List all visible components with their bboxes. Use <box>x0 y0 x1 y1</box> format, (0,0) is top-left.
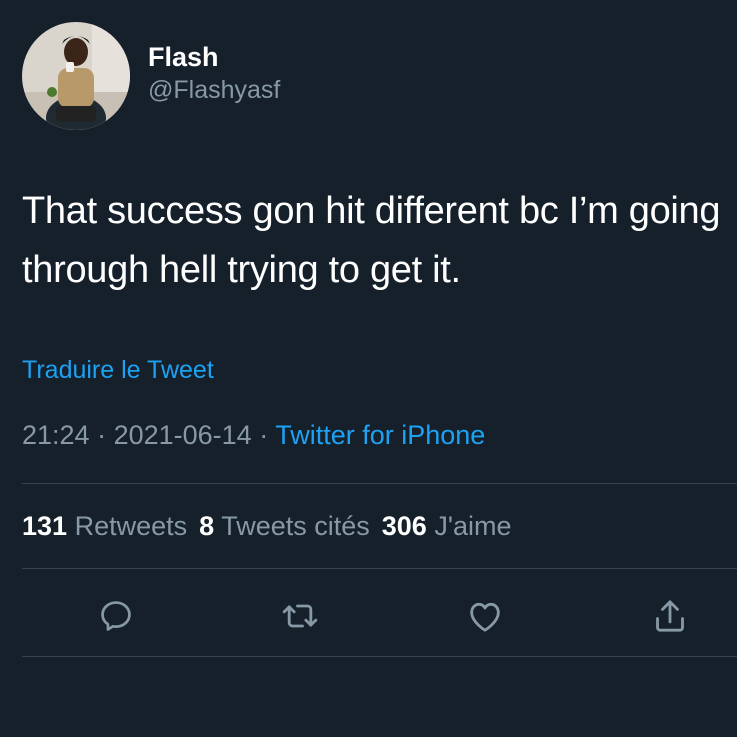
heart-icon <box>470 602 500 632</box>
retweet-icon <box>282 604 318 628</box>
retweets-count: 131 <box>22 511 68 541</box>
share-icon <box>656 600 684 632</box>
reply-button[interactable] <box>96 596 136 636</box>
avatar-image <box>22 22 130 130</box>
retweet-button[interactable] <box>280 596 320 636</box>
like-button[interactable] <box>465 596 505 636</box>
tweet-stats: 131 Retweets 8 Tweets cités 306 J'aime <box>22 509 512 543</box>
divider <box>22 656 737 657</box>
divider <box>22 483 737 484</box>
likes-label: J'aime <box>434 511 512 541</box>
tweet-detail-page: Flash @Flashyasf That success gon hit di… <box>0 0 737 737</box>
meta-separator: · <box>251 420 276 450</box>
display-name[interactable]: Flash <box>148 40 280 74</box>
user-names: Flash @Flashyasf <box>148 40 280 106</box>
user-handle[interactable]: @Flashyasf <box>148 74 280 106</box>
quotes-stat[interactable]: 8 Tweets cités <box>199 511 370 541</box>
likes-count: 306 <box>381 511 427 541</box>
tweet-actions-bar <box>0 596 737 636</box>
tweet-date: 2021-06-14 <box>113 420 252 450</box>
avatar[interactable] <box>22 22 130 130</box>
share-button[interactable] <box>650 596 690 636</box>
tweet-time: 21:24 <box>22 420 90 450</box>
meta-separator: · <box>89 420 114 450</box>
translate-tweet-link[interactable]: Traduire le Tweet <box>22 354 214 386</box>
tweet-header: Flash @Flashyasf <box>22 22 280 130</box>
tweet-text: That success gon hit different bc I’m go… <box>22 190 721 291</box>
retweets-label: Retweets <box>74 511 188 541</box>
retweets-stat[interactable]: 131 Retweets <box>22 511 187 541</box>
tweet-source-link[interactable]: Twitter for iPhone <box>275 420 485 450</box>
reply-icon <box>101 601 131 631</box>
tweet-meta: 21:24 · 2021-06-14 · Twitter for iPhone <box>22 418 485 452</box>
likes-stat[interactable]: 306 J'aime <box>382 511 512 541</box>
quotes-label: Tweets cités <box>221 511 370 541</box>
divider <box>22 568 737 569</box>
quotes-count: 8 <box>199 511 215 541</box>
